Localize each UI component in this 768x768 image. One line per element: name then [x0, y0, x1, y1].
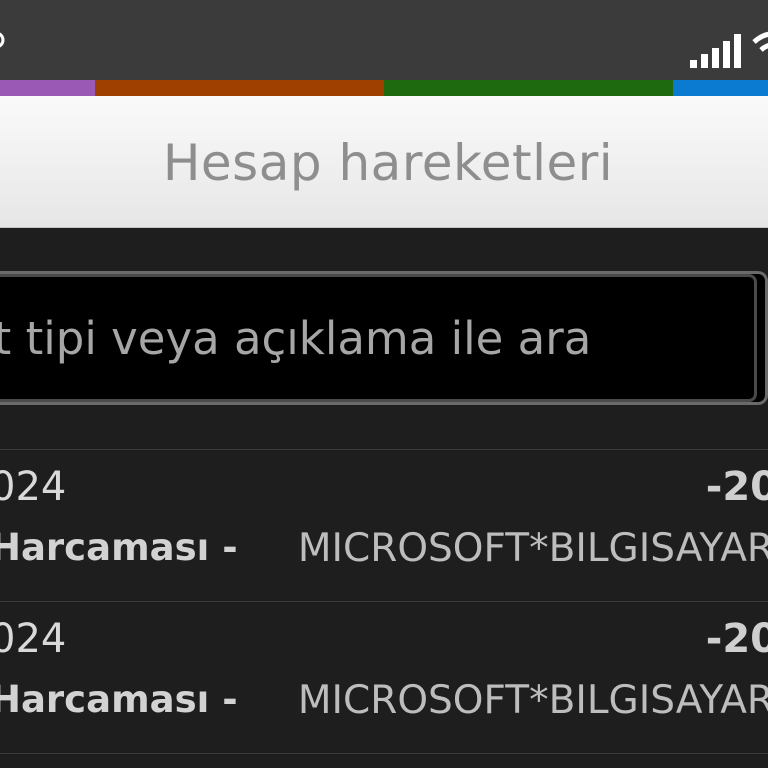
wifi-icon [752, 30, 768, 66]
signal-icon [690, 34, 744, 68]
header: Hesap hareketleri [0, 96, 768, 228]
color-strip-segment [95, 80, 384, 96]
transaction-list: 024 -20 Harcaması - MICROSOFT*BILGISAYAR… [0, 449, 768, 754]
transaction-date: 024 [0, 616, 67, 662]
transaction-type: Harcaması - [0, 678, 238, 721]
notification-icon [0, 30, 6, 50]
transaction-description: MICROSOFT*BILGISAYAR [297, 526, 768, 571]
color-strip-segment [384, 80, 673, 96]
transaction-amount: -20 [705, 616, 768, 662]
screen: Hesap hareketleri 024 -20 Harcaması - MI… [0, 0, 768, 768]
transaction-amount: -20 [705, 464, 768, 510]
transaction-description: MICROSOFT*BILGISAYAR [297, 678, 768, 723]
search-input[interactable] [0, 274, 757, 402]
list-divider [0, 753, 768, 754]
transaction-date: 024 [0, 464, 67, 510]
page-title: Hesap hareketleri [162, 134, 614, 192]
status-bar [0, 0, 768, 80]
transaction-type: Harcaması - [0, 526, 238, 569]
color-strip [0, 80, 768, 96]
transaction-row[interactable]: 024 -20 Harcaması - MICROSOFT*BILGISAYAR [0, 449, 768, 601]
color-strip-segment [673, 80, 768, 96]
transaction-row[interactable]: 024 -20 Harcaması - MICROSOFT*BILGISAYAR [0, 601, 768, 753]
search-box [0, 271, 768, 405]
color-strip-segment [0, 80, 95, 96]
